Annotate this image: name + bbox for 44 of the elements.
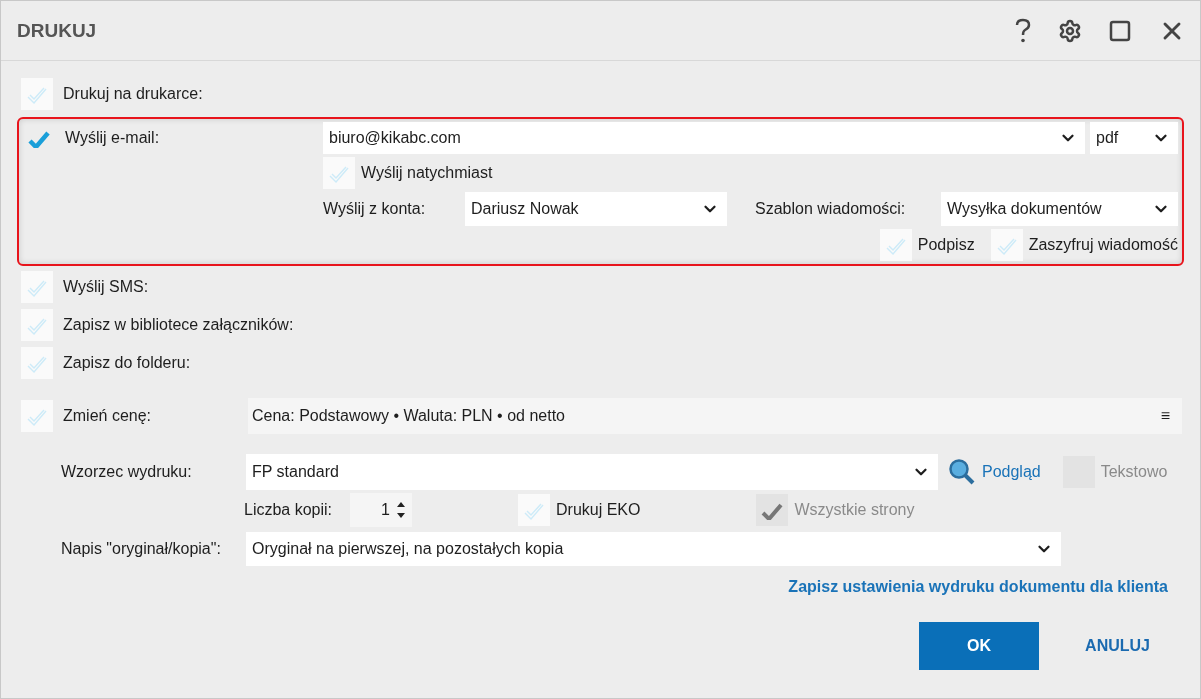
option-label: Zmień cenę: <box>62 407 153 425</box>
option-label: Tekstowo <box>1100 463 1168 481</box>
option-label: Wyślij natychmiast <box>361 164 493 182</box>
checkbox[interactable] <box>21 78 53 110</box>
option-label: Zapisz do folderu: <box>63 354 191 372</box>
caption-select[interactable]: Oryginał na pierwszej, na pozostałych kopia <box>246 532 1061 566</box>
option-label: Drukuj na drukarce: <box>63 85 203 103</box>
option-label: Wyślij SMS: <box>63 278 149 296</box>
checkbox[interactable] <box>21 347 53 379</box>
preview-link[interactable]: Podgląd <box>982 463 1041 481</box>
field-label: Wyślij z konta: <box>323 200 427 218</box>
account-select[interactable]: Dariusz Nowak <box>465 192 727 226</box>
maximize-icon[interactable] <box>1108 18 1132 43</box>
help-icon[interactable] <box>1014 17 1032 44</box>
checkbox[interactable] <box>21 309 53 341</box>
field-label: Szablon wiadomości: <box>755 200 907 218</box>
field-label: Wzorzec wydruku: <box>61 463 193 481</box>
option-label: Wyślij e-mail: <box>65 128 160 148</box>
field-label: Napis "oryginał/kopia": <box>61 540 222 558</box>
checkbox[interactable] <box>879 229 912 261</box>
price-field[interactable]: Cena: Podstawowy • Waluta: PLN • od netto ≡ <box>248 398 1182 434</box>
ok-button[interactable]: OK <box>919 622 1040 670</box>
copies-spinner[interactable]: 1 <box>350 493 412 527</box>
menu-icon[interactable]: ≡ <box>1160 407 1170 425</box>
option-label: Drukuj EKO <box>556 501 641 519</box>
save-settings-link[interactable]: Zapisz ustawienia wydruku dokumentu dla klienta <box>788 578 1168 596</box>
settings-icon[interactable] <box>1058 18 1082 43</box>
window-title: DRUKUJ <box>17 19 98 42</box>
checkbox[interactable] <box>21 400 53 432</box>
field-label: Liczba kopii: <box>244 501 334 519</box>
option-label: Zaszyfruj wiadomość <box>1028 236 1178 254</box>
option-label: Wszystkie strony <box>794 501 915 519</box>
print-template-select[interactable]: FP standard <box>246 454 938 490</box>
cancel-button[interactable]: ANULUJ <box>1077 622 1158 670</box>
checkbox[interactable] <box>518 494 550 526</box>
checkbox[interactable] <box>323 157 355 189</box>
checkbox[interactable] <box>21 271 53 303</box>
email-address-field[interactable]: biuro@kikabc.com <box>323 122 1085 154</box>
option-label: Zapisz w bibliotece załączników: <box>63 316 294 334</box>
message-template-select[interactable]: Wysyłka dokumentów <box>941 192 1178 226</box>
preview-magnifier-icon[interactable] <box>948 458 976 486</box>
format-select[interactable]: pdf <box>1090 122 1178 154</box>
option-label: Podpisz <box>917 236 975 254</box>
checkbox[interactable] <box>990 229 1023 261</box>
